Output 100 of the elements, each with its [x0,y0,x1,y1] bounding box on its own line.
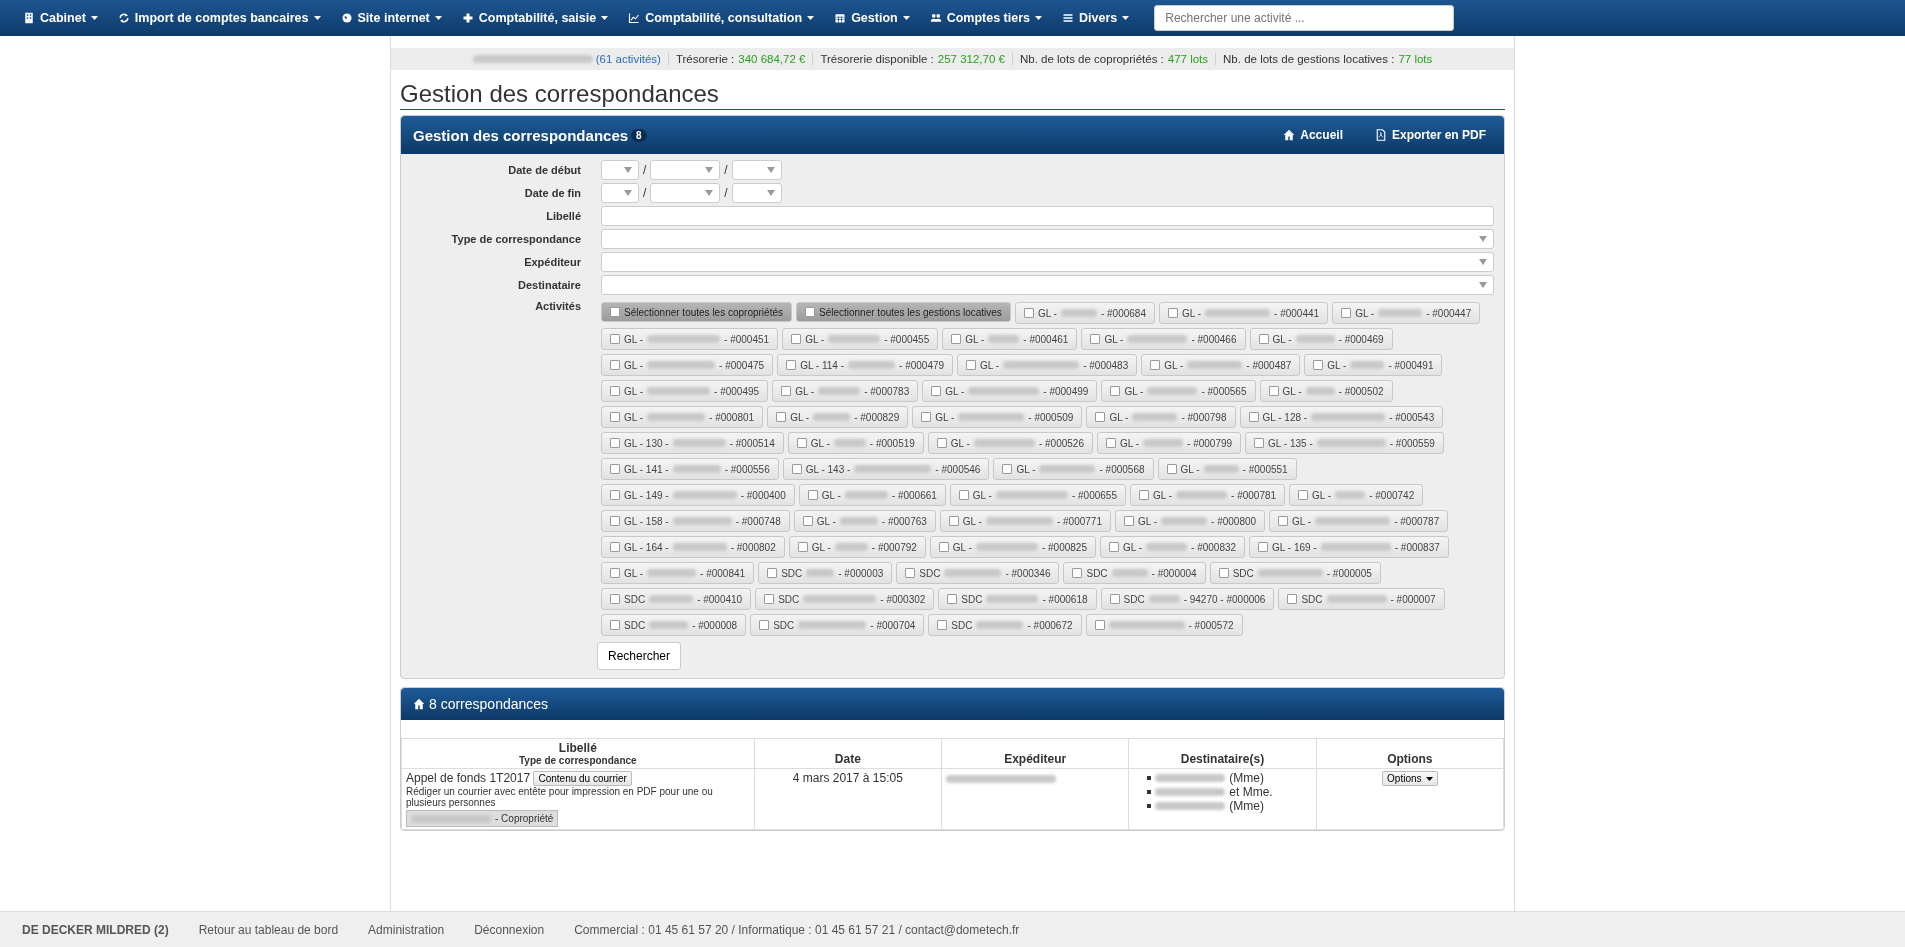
activity-chip[interactable]: GL - 128 - - #000543 [1239,406,1444,428]
activities-link[interactable]: (61 activités) [595,53,661,65]
year-dropdown[interactable] [731,183,782,203]
checkbox[interactable] [1105,438,1116,448]
activity-chip[interactable]: GL - - #000781 [1129,484,1286,506]
checkbox[interactable] [1218,568,1229,578]
checkbox[interactable] [1072,568,1083,578]
checkbox[interactable] [802,516,813,526]
activity-chip[interactable]: GL - - #000502 [1259,380,1393,402]
activity-chip[interactable]: GL - - #000799 [1096,432,1242,454]
checkbox[interactable] [1002,464,1013,474]
nav-menu[interactable]: Cabinet [14,11,107,25]
checkbox[interactable] [610,386,620,396]
activity-chip[interactable]: GL - - #000825 [929,536,1096,558]
checkbox[interactable] [1090,334,1101,344]
activity-chip[interactable]: SDC - #000672 [928,614,1082,636]
activity-chip[interactable]: GL - - #000519 [787,432,924,454]
activity-chip[interactable]: GL - - #000447 [1332,302,1481,324]
checkbox[interactable] [938,542,949,552]
activity-chip[interactable]: GL - - #000684 [1014,302,1155,324]
activity-chip[interactable]: GL - 141 - - #000556 [601,458,779,480]
checkbox[interactable] [786,360,797,370]
nav-menu[interactable]: Import de comptes bancaires [108,11,330,25]
footer-link[interactable]: Retour au tableau de bord [198,922,339,937]
month-dropdown[interactable] [650,183,721,203]
select-field[interactable] [601,252,1494,272]
text-field[interactable] [601,206,1494,226]
checkbox[interactable] [610,360,620,370]
year-dropdown[interactable] [731,160,782,180]
activity-chip[interactable]: GL - - #000661 [798,484,946,506]
checkbox[interactable] [764,594,775,604]
select-field[interactable] [601,229,1494,249]
activity-chip[interactable]: GL - - #000455 [782,328,939,350]
checkbox[interactable] [776,412,787,422]
activity-chip[interactable]: SDC - #000704 [750,614,925,636]
checkbox[interactable] [796,438,807,448]
checkbox[interactable] [921,412,932,422]
footer-link[interactable]: Déconnexion [474,922,545,937]
activity-chip[interactable]: GL - - #000469 [1249,328,1393,350]
checkbox[interactable] [1123,516,1134,526]
checkbox[interactable] [1166,464,1177,474]
checkbox[interactable] [936,438,947,448]
activity-chip[interactable]: GL - - #000495 [601,380,769,402]
header-link[interactable]: Exporter en PDF [1368,127,1492,143]
month-dropdown[interactable] [650,160,721,180]
checkbox[interactable] [1248,412,1259,422]
checkbox[interactable] [610,516,620,526]
activity-chip[interactable]: GL - - #000787 [1269,510,1449,532]
header-link[interactable]: Accueil [1277,127,1349,143]
checkbox[interactable] [951,334,962,344]
activity-chip[interactable]: GL - - #000801 [601,406,764,428]
checkbox[interactable] [805,307,815,317]
search-field[interactable]: Rechercher une activité ... [1154,5,1455,31]
checkbox[interactable] [1110,386,1121,396]
activity-chip[interactable]: SDC - #000004 [1063,562,1206,584]
activity-chip[interactable]: GL - 143 - - #000546 [782,458,990,480]
checkbox[interactable] [610,490,620,500]
activity-chip[interactable]: GL - - #000551 [1157,458,1297,480]
checkbox[interactable] [1150,360,1161,370]
checkbox[interactable] [1254,438,1265,448]
checkbox[interactable] [610,412,620,422]
checkbox[interactable] [1298,490,1309,500]
checkbox[interactable] [905,568,916,578]
checkbox[interactable] [759,620,770,630]
activity-chip[interactable]: SDC - #000410 [601,588,752,610]
checkbox[interactable] [610,307,620,317]
activity-chip[interactable]: GL - - #000655 [949,484,1126,506]
day-dropdown[interactable] [601,183,639,203]
nav-menu[interactable]: Divers [1053,11,1139,25]
activity-chip[interactable]: GL - - #000832 [1099,536,1246,558]
select-all-button[interactable]: Sélectionner toutes les gestions locatives [796,302,1011,322]
activity-chip[interactable]: SDC - #000302 [755,588,935,610]
checkbox[interactable] [781,386,792,396]
activity-chip[interactable]: SDC - 94270 - #000006 [1100,588,1275,610]
activity-chip[interactable]: GL - - #000451 [601,328,779,350]
checkbox[interactable] [610,542,620,552]
activity-chip[interactable]: SDC - #000005 [1209,562,1381,584]
activity-chip[interactable]: GL - - #000475 [601,354,774,376]
activity-chip[interactable]: GL - - #000829 [767,406,909,428]
activity-chip[interactable]: GL - - #000763 [793,510,936,532]
activity-chip[interactable]: GL - 149 - - #000400 [601,484,795,506]
activity-chip[interactable]: GL - 114 - - #000479 [777,354,954,376]
activity-chip[interactable]: GL - - #000483 [957,354,1138,376]
checkbox[interactable] [1023,308,1034,318]
activity-chip[interactable]: SDC - #000008 [601,614,747,636]
activity-chip[interactable]: GL - - #000461 [942,328,1078,350]
checkbox[interactable] [1341,308,1352,318]
activity-chip[interactable]: GL - - #000466 [1081,328,1246,350]
search-button[interactable]: Rechercher [597,642,682,670]
checkbox[interactable] [1138,490,1149,500]
checkbox[interactable] [1258,334,1269,344]
checkbox[interactable] [807,490,818,500]
activity-chip[interactable]: GL - - #000841 [601,562,755,584]
checkbox[interactable] [1287,594,1298,604]
checkbox[interactable] [1268,386,1279,396]
activity-chip[interactable]: GL - - #000491 [1304,354,1443,376]
checkbox[interactable] [610,594,620,604]
activity-chip[interactable]: GL - - #000798 [1086,406,1236,428]
checkbox[interactable] [797,542,808,552]
checkbox[interactable] [966,360,977,370]
